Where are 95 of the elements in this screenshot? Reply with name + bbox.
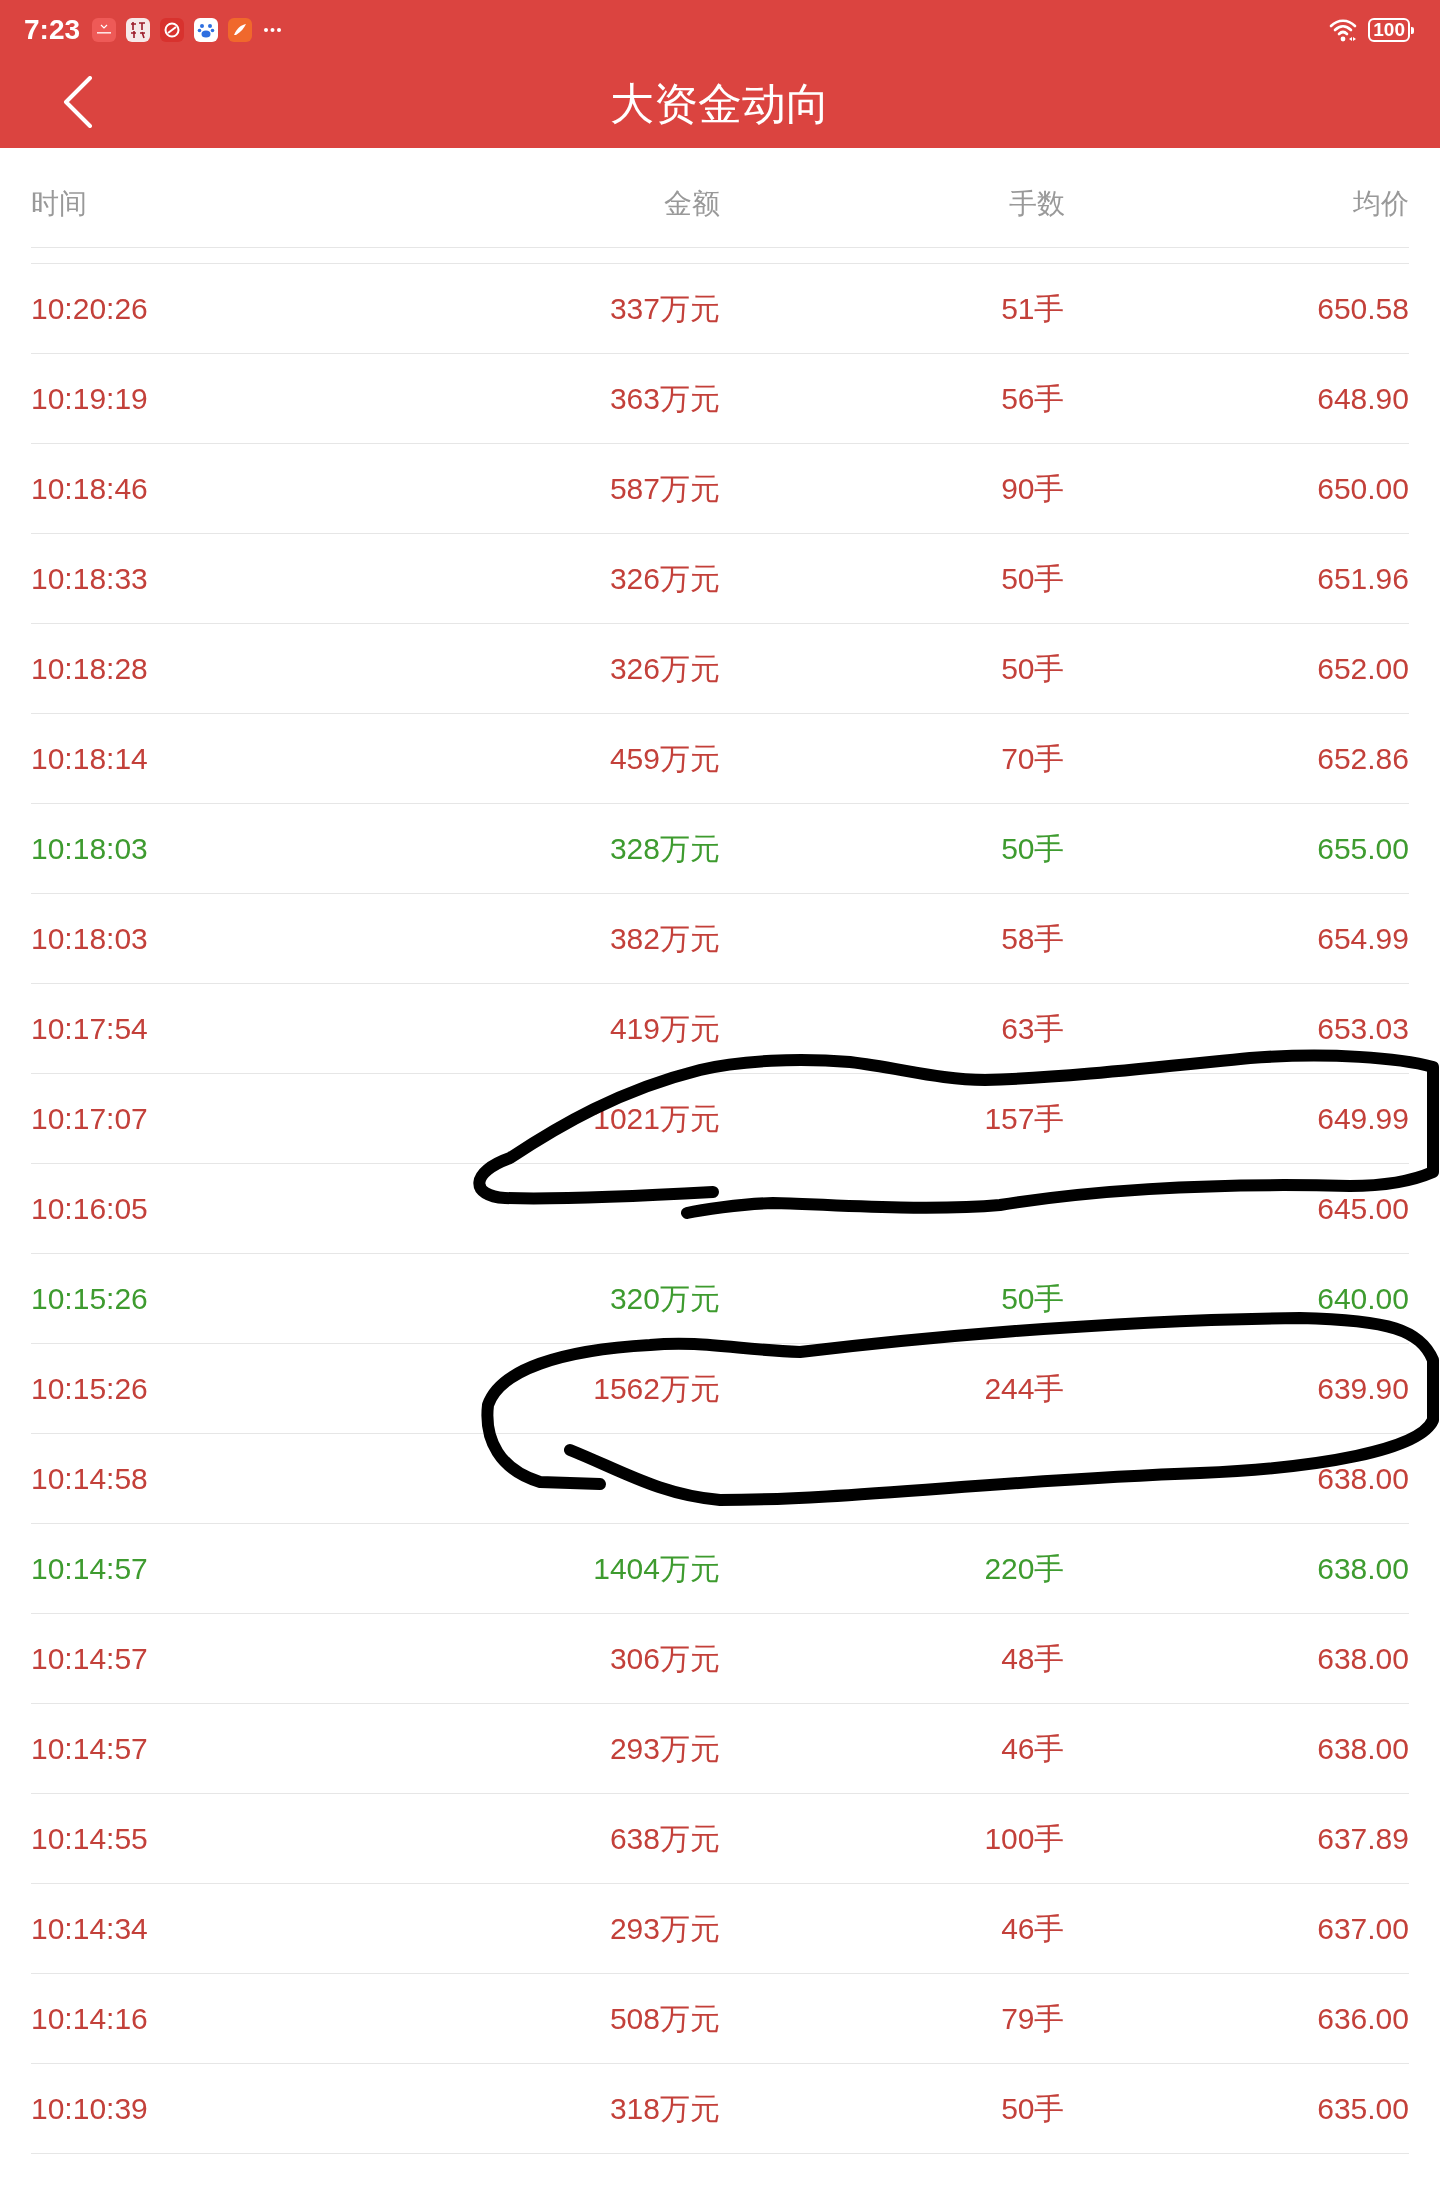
app-icon: [126, 18, 151, 42]
time-text: 10:14:57: [31, 1640, 148, 1677]
amount-text: 293万元: [609, 1730, 720, 1767]
price-text: 645.00: [1317, 1190, 1409, 1227]
back-chevron-icon: [63, 76, 93, 128]
time-text: 10:19:19: [31, 380, 148, 417]
time-text: 10:14:57: [31, 1550, 148, 1587]
amount-text: 1562万元: [593, 1370, 720, 1407]
time-text: 10:14:34: [31, 1910, 148, 1947]
price-text: 648.90: [1317, 380, 1409, 417]
amount-text: 1021万元: [593, 1100, 720, 1137]
time-text: 10:18:28: [31, 650, 148, 687]
amount-text: 382万元: [609, 920, 720, 957]
lots-text: 50手: [1001, 1280, 1065, 1317]
time-text: 10:18:33: [31, 560, 148, 597]
lots-text: 48手: [1001, 1640, 1065, 1677]
price-text: 636.00: [1317, 2000, 1409, 2037]
more-dots-icon: [264, 28, 282, 32]
amount-text: 326万元: [609, 560, 720, 597]
price-text: 653.03: [1317, 1010, 1409, 1047]
price-text: 651.96: [1317, 560, 1409, 597]
amount-text: 320万元: [609, 1280, 720, 1317]
lots-text: 50手: [1001, 560, 1065, 597]
app-icon: [160, 18, 185, 42]
lots-text: 58手: [1001, 920, 1065, 957]
time-text: 10:15:26: [31, 1280, 148, 1317]
time-text: 10:16:05: [31, 1190, 148, 1227]
wifi-icon: [1329, 18, 1359, 42]
price-text: 638.00: [1317, 1640, 1409, 1677]
time-text: 10:20:26: [31, 290, 148, 327]
amount-text: 587万元: [609, 470, 720, 507]
column-header: 金额: [664, 186, 720, 221]
price-text: 650.00: [1317, 470, 1409, 507]
lots-text: 63手: [1001, 1010, 1065, 1047]
time-text: 10:18:46: [31, 470, 148, 507]
lots-text: 50手: [1001, 830, 1065, 867]
column-header: 时间: [31, 186, 87, 221]
price-text: 649.99: [1317, 1100, 1409, 1137]
lots-text: 50手: [1001, 2090, 1065, 2127]
amount-text: 337万元: [609, 290, 720, 327]
price-text: 637.89: [1317, 1820, 1409, 1857]
price-text: 650.58: [1317, 290, 1409, 327]
lots-text: 50手: [1001, 650, 1065, 687]
status-time: 7:23: [24, 14, 81, 46]
time-text: 10:15:26: [31, 1370, 148, 1407]
app-icon: [194, 18, 219, 42]
amount-text: 1404万元: [593, 1550, 720, 1587]
lots-text: 79手: [1001, 2000, 1065, 2037]
amount-text: 293万元: [609, 1910, 720, 1947]
time-text: 10:17:54: [31, 1010, 148, 1047]
price-text: 638.00: [1317, 1730, 1409, 1767]
time-text: 10:14:58: [31, 1460, 148, 1497]
time-text: 10:14:16: [31, 2000, 148, 2037]
price-text: 635.00: [1317, 2090, 1409, 2127]
lots-text: 46手: [1001, 1910, 1065, 1947]
time-text: 10:18:14: [31, 740, 148, 777]
price-text: 638.00: [1317, 1460, 1409, 1497]
lots-text: 100手: [984, 1820, 1065, 1857]
lots-text: 244手: [984, 1370, 1065, 1407]
column-header: 均价: [1353, 186, 1409, 221]
column-header: 手数: [1008, 186, 1065, 221]
price-text: 640.00: [1317, 1280, 1409, 1317]
amount-text: 638万元: [609, 1820, 720, 1857]
lots-text: 51手: [1001, 290, 1065, 327]
time-text: 10:18:03: [31, 830, 148, 867]
price-text: 639.90: [1317, 1370, 1409, 1407]
amount-text: 459万元: [609, 740, 720, 777]
lots-text: 220手: [984, 1550, 1065, 1587]
lots-text: 157手: [984, 1100, 1065, 1137]
price-text: 655.00: [1317, 830, 1409, 867]
amount-text: 419万元: [609, 1010, 720, 1047]
lots-text: 56手: [1001, 380, 1065, 417]
time-text: 10:14:55: [31, 1820, 148, 1857]
price-text: 652.86: [1317, 740, 1409, 777]
price-text: 654.99: [1317, 920, 1409, 957]
time-text: 10:10:39: [31, 2090, 148, 2127]
price-text: 637.00: [1317, 1910, 1409, 1947]
amount-text: 306万元: [609, 1640, 720, 1677]
time-text: 10:17:07: [31, 1100, 148, 1137]
app-icon: [228, 18, 253, 42]
amount-text: 318万元: [609, 2090, 720, 2127]
amount-text: 508万元: [609, 2000, 720, 2037]
time-text: 10:18:03: [31, 920, 148, 957]
lots-text: 70手: [1001, 740, 1065, 777]
lots-text: 90手: [1001, 470, 1065, 507]
amount-text: 326万元: [609, 650, 720, 687]
price-text: 638.00: [1317, 1550, 1409, 1587]
time-text: 10:14:57: [31, 1730, 148, 1767]
page-title: 大资金动向: [610, 78, 830, 130]
battery-indicator: 100: [1368, 18, 1414, 42]
amount-text: 363万元: [609, 380, 720, 417]
amount-text: 328万元: [609, 830, 720, 867]
price-text: 652.00: [1317, 650, 1409, 687]
lots-text: 46手: [1001, 1730, 1065, 1767]
app-icon: [92, 18, 117, 42]
